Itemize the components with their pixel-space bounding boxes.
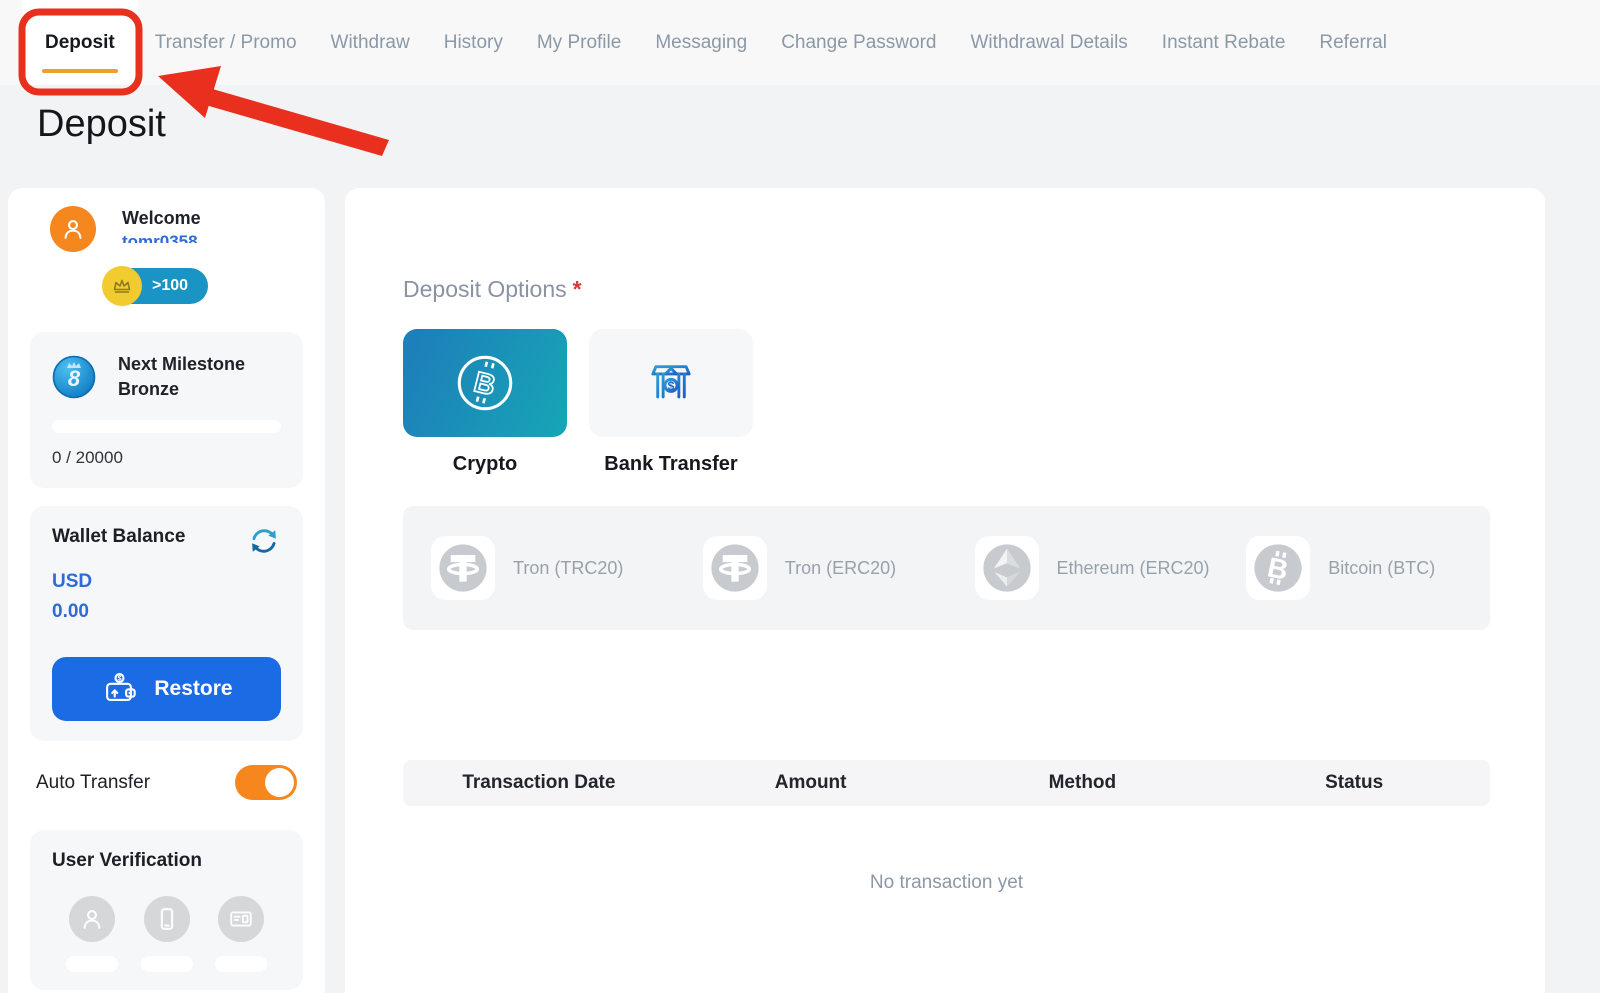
nav-tab-label: Instant Rebate xyxy=(1162,32,1286,54)
nav-tab-transfer-promo[interactable]: Transfer / Promo xyxy=(138,0,314,85)
nav-tab-label: Deposit xyxy=(45,32,115,54)
wallet-balance-title: Wallet Balance xyxy=(52,526,185,548)
nav-tab-label: History xyxy=(444,32,503,54)
nav-tab-label: Withdraw xyxy=(331,32,410,54)
vip-level-badge: >100 xyxy=(106,268,208,304)
wallet-amount: 0.00 xyxy=(52,601,281,623)
avatar xyxy=(50,206,96,252)
bitcoin-icon: B xyxy=(1246,536,1310,600)
tether-icon xyxy=(703,536,767,600)
empty-transactions-message: No transaction yet xyxy=(403,872,1490,894)
welcome-greeting: Welcome xyxy=(122,208,201,229)
nav-tab-history[interactable]: History xyxy=(427,0,520,85)
verification-id xyxy=(215,896,267,972)
restore-button-label: Restore xyxy=(154,677,232,701)
ethereum-icon xyxy=(975,536,1039,600)
wallet-balance-card: Wallet Balance USD 0.00 $ Restore xyxy=(30,506,303,741)
crypto-option-ethereum-erc20[interactable]: Ethereum (ERC20) xyxy=(947,536,1219,600)
id-card-verification-icon[interactable] xyxy=(218,896,264,942)
refresh-balance-button[interactable] xyxy=(247,524,281,563)
profile-verification-icon[interactable] xyxy=(69,896,115,942)
vip-level-value: >100 xyxy=(152,277,188,294)
svg-text:$: $ xyxy=(668,379,675,393)
verification-phone xyxy=(141,896,193,972)
auto-transfer-row: Auto Transfer xyxy=(30,765,303,800)
nav-tab-label: Transfer / Promo xyxy=(155,32,297,54)
column-status: Status xyxy=(1218,772,1490,794)
verification-status-pill xyxy=(141,956,193,972)
column-method: Method xyxy=(947,772,1219,794)
svg-text:B: B xyxy=(471,366,499,402)
deposit-method-bank-transfer[interactable]: $ xyxy=(589,329,753,437)
welcome-section: Welcome tomr0358 xyxy=(30,206,303,252)
auto-transfer-label: Auto Transfer xyxy=(36,772,150,794)
bitcoin-circle-icon: B xyxy=(449,347,521,419)
crypto-label: Crypto xyxy=(403,453,567,476)
crypto-option-tron-trc20[interactable]: Tron (TRC20) xyxy=(403,536,675,600)
wallet-currency: USD xyxy=(52,571,281,593)
crypto-currency-options: Tron (TRC20) Tron (ERC20) xyxy=(403,506,1490,630)
column-transaction-date: Transaction Date xyxy=(403,772,675,794)
nav-tab-my-profile[interactable]: My Profile xyxy=(520,0,638,85)
svg-text:$: $ xyxy=(118,674,122,682)
top-navigation: Deposit Transfer / Promo Withdraw Histor… xyxy=(0,0,1600,85)
nav-tab-referral[interactable]: Referral xyxy=(1302,0,1404,85)
person-icon xyxy=(59,215,87,243)
bank-transfer-label: Bank Transfer xyxy=(589,453,753,476)
transactions-table-header: Transaction Date Amount Method Status xyxy=(403,760,1490,806)
column-amount: Amount xyxy=(675,772,947,794)
milestone-level: Bronze xyxy=(118,377,245,402)
bank-icon: $ xyxy=(642,354,700,412)
required-asterisk: * xyxy=(573,276,582,302)
coin-icon: 8 xyxy=(52,355,96,399)
nav-tab-label: Change Password xyxy=(781,32,936,54)
toggle-knob xyxy=(265,768,294,797)
milestone-progress-bar xyxy=(52,420,281,433)
page-title: Deposit xyxy=(37,103,166,146)
nav-tab-withdrawal-details[interactable]: Withdrawal Details xyxy=(953,0,1144,85)
user-verification-card: User Verification xyxy=(30,830,303,990)
verification-status-pill xyxy=(66,956,118,972)
milestone-card: 8 Next Milestone Bronze 0 / 20000 xyxy=(30,332,303,488)
milestone-progress-text: 0 / 20000 xyxy=(52,448,281,468)
user-verification-title: User Verification xyxy=(52,850,281,872)
milestone-title: Next Milestone xyxy=(118,352,245,377)
nav-tab-label: My Profile xyxy=(537,32,621,54)
nav-tab-change-password[interactable]: Change Password xyxy=(764,0,953,85)
refresh-icon xyxy=(247,524,281,558)
auto-transfer-toggle[interactable] xyxy=(235,765,297,800)
deposit-panel: Deposit Options* B xyxy=(345,188,1545,993)
deposit-method-crypto[interactable]: B xyxy=(403,329,567,437)
tether-icon xyxy=(431,536,495,600)
nav-tab-label: Messaging xyxy=(655,32,747,54)
nav-tab-instant-rebate[interactable]: Instant Rebate xyxy=(1145,0,1303,85)
crypto-option-tron-erc20[interactable]: Tron (ERC20) xyxy=(675,536,947,600)
crown-icon xyxy=(102,266,142,306)
crypto-option-bitcoin-btc[interactable]: B Bitcoin (BTC) xyxy=(1218,536,1490,600)
wallet-icon: $ xyxy=(100,670,138,708)
nav-tab-deposit[interactable]: Deposit xyxy=(22,0,138,85)
restore-button[interactable]: $ Restore xyxy=(52,657,281,721)
nav-tab-withdraw[interactable]: Withdraw xyxy=(314,0,427,85)
verification-status-pill xyxy=(215,956,267,972)
verification-profile xyxy=(66,896,118,972)
account-sidebar: Welcome tomr0358 >100 8 Next Milestone xyxy=(8,188,325,993)
phone-verification-icon[interactable] xyxy=(144,896,190,942)
deposit-options-heading: Deposit Options* xyxy=(403,276,1490,303)
nav-tab-label: Withdrawal Details xyxy=(970,32,1127,54)
nav-tab-label: Referral xyxy=(1319,32,1387,54)
svg-text:8: 8 xyxy=(68,366,81,391)
username-text: tomr0358 xyxy=(122,232,201,243)
nav-tab-messaging[interactable]: Messaging xyxy=(638,0,764,85)
